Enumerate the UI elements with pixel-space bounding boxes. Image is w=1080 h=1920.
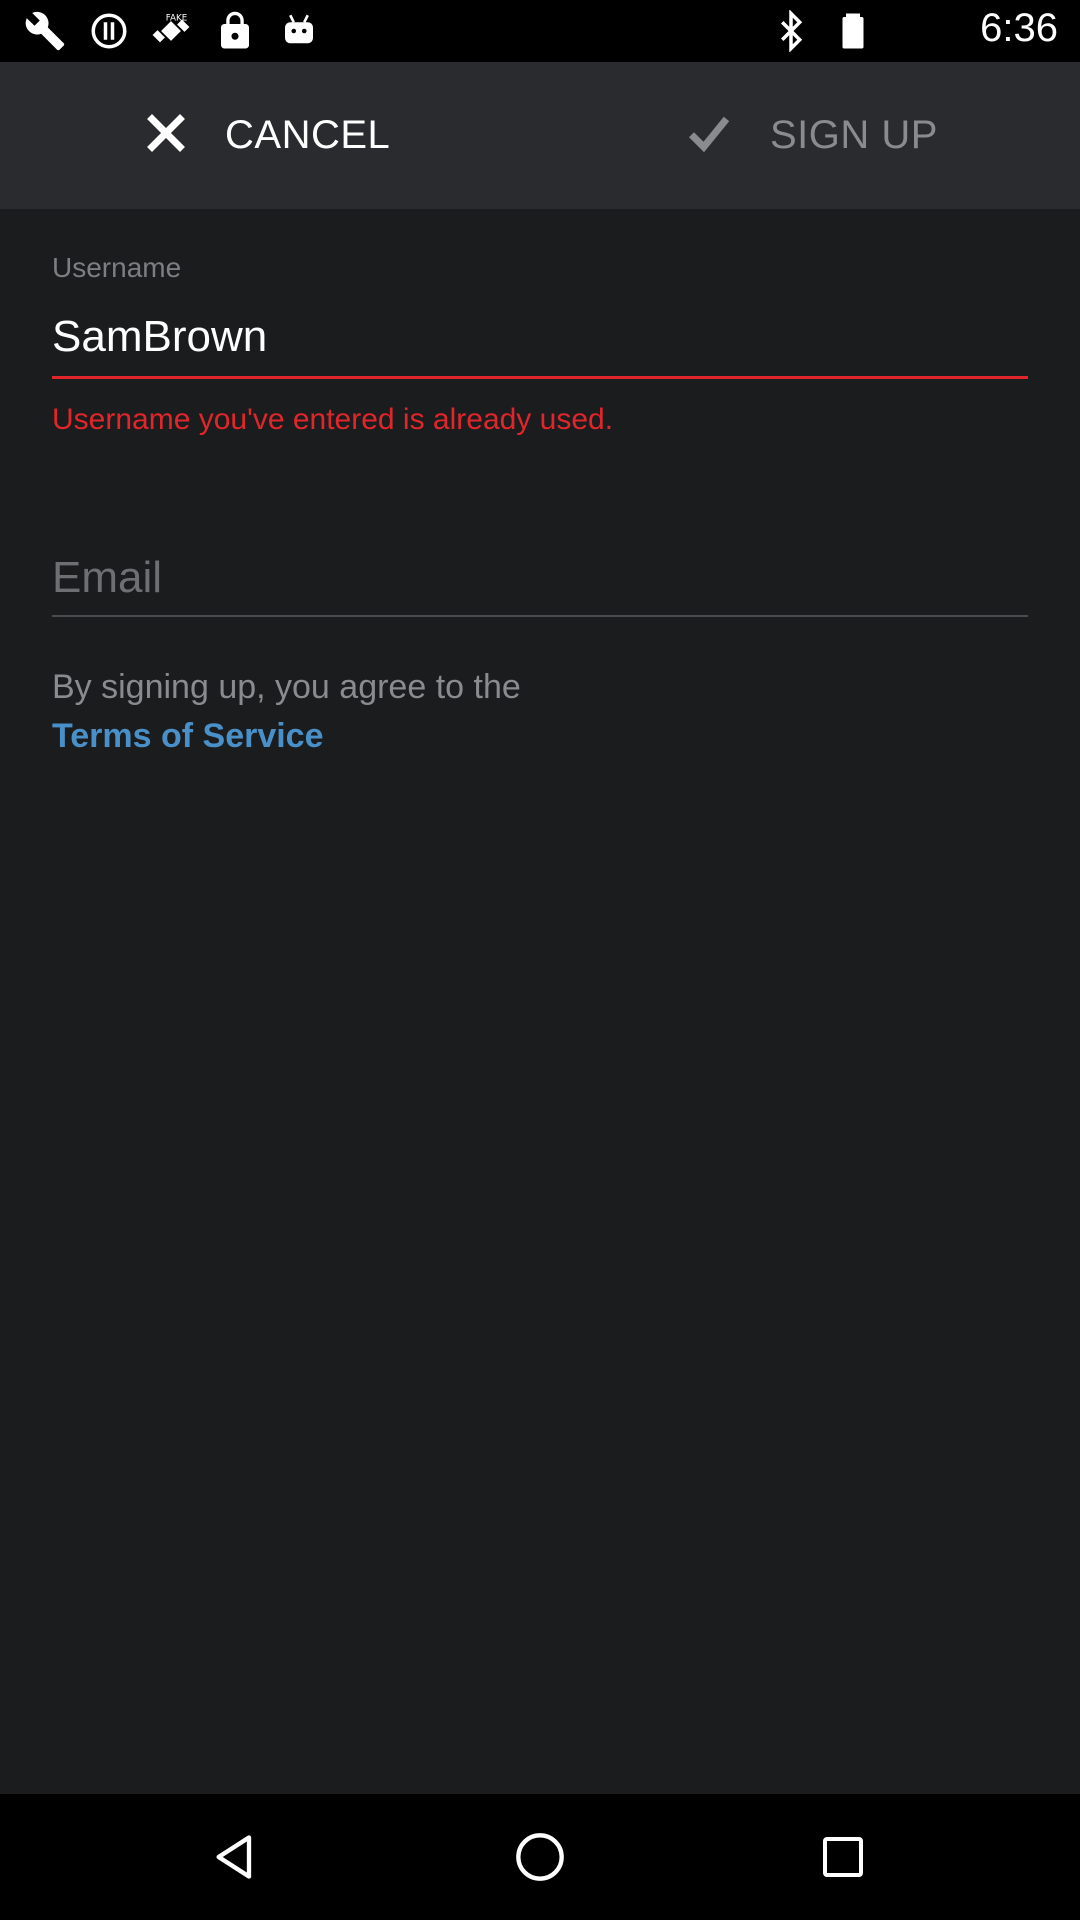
checkmark-icon (686, 112, 732, 159)
email-field[interactable] (52, 548, 1028, 608)
username-field[interactable]: SamBrown (52, 312, 267, 362)
terms-of-service-link[interactable]: Terms of Service (52, 717, 324, 756)
bluetooth-icon (770, 9, 812, 53)
email-underline (52, 615, 1028, 617)
username-label: Username (52, 252, 182, 283)
home-button[interactable] (440, 1794, 640, 1920)
agree-text: By signing up, you agree to the (52, 668, 521, 706)
action-bar: CANCEL SIGN UP (0, 62, 1080, 209)
sync-icon (88, 10, 130, 52)
status-time: 6:36 (980, 6, 1058, 50)
cancel-button[interactable]: CANCEL (145, 62, 390, 209)
svg-text:FAKE: FAKE (166, 14, 187, 24)
wrench-icon (24, 10, 66, 52)
android-icon (278, 10, 320, 52)
close-icon (145, 112, 187, 159)
lock-icon (214, 10, 256, 52)
fake-gps-icon: FAKE (150, 10, 192, 52)
sign-up-label: SIGN UP (770, 113, 938, 157)
username-underline (52, 376, 1028, 379)
status-bar: FAKE 6:36 (0, 0, 1080, 62)
cancel-label: CANCEL (225, 113, 391, 157)
sign-up-button[interactable]: SIGN UP (686, 62, 938, 209)
username-error: Username you've entered is already used. (52, 403, 614, 436)
battery-icon (832, 10, 874, 52)
navigation-bar (0, 1794, 1080, 1920)
recents-button[interactable] (743, 1794, 943, 1920)
back-button[interactable] (136, 1794, 336, 1920)
